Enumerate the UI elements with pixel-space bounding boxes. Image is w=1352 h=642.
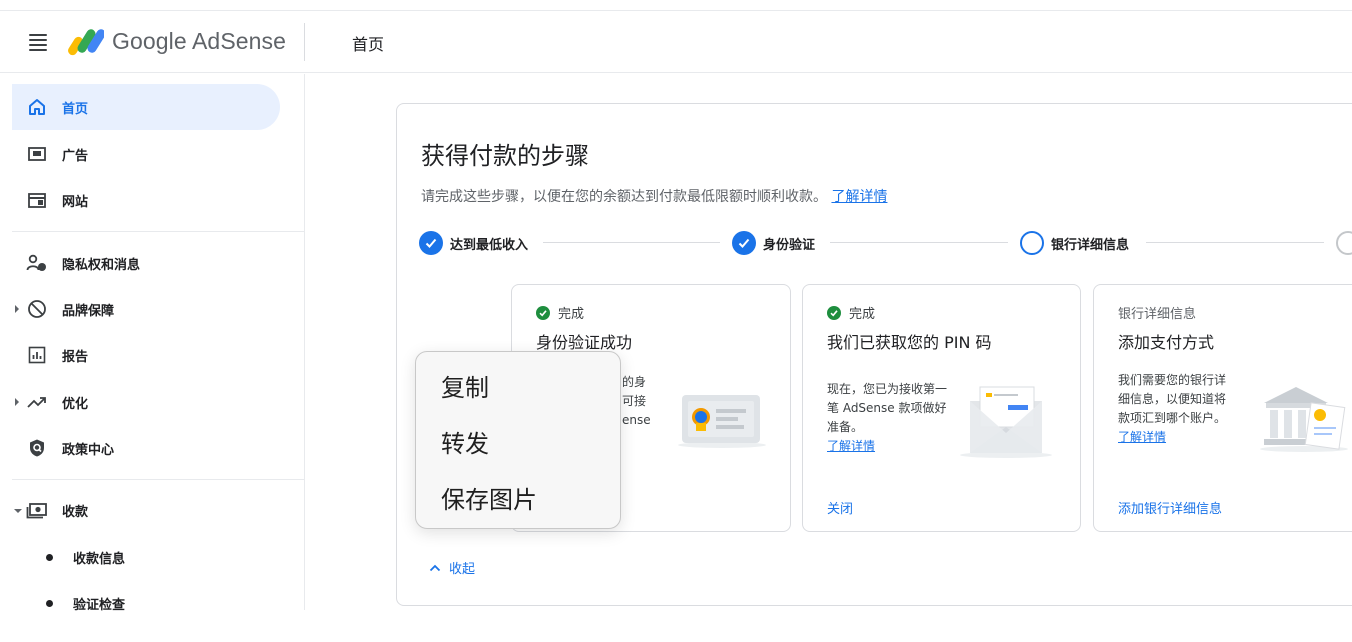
step-card-bank: 银行详细信息 添加支付方式 我们需要您的银行详细信息，以便知道将款项汇到哪个账户… — [1093, 284, 1352, 532]
context-menu-save-image[interactable]: 保存图片 — [441, 480, 537, 515]
context-menu-copy[interactable]: 复制 — [441, 368, 489, 403]
collapse-label: 收起 — [449, 562, 476, 577]
step-connector — [543, 242, 720, 243]
sidebar-item-label: 广告 — [62, 149, 89, 164]
step-next — [1336, 230, 1352, 256]
step-card-body: 我们需要您的银行详细信息，以便知道将款项汇到哪个账户。 了解详情 — [1118, 371, 1236, 447]
sidebar-subitem-verification[interactable]: 验证检查 — [12, 580, 280, 626]
chevron-up-icon — [429, 564, 441, 571]
header-divider — [304, 23, 305, 61]
card-description: 请完成这些步骤，以便在您的余额达到付款最低限额时顺利收款。 了解详情 — [421, 186, 887, 206]
check-circle-icon — [536, 305, 550, 320]
sidebar-subitem-payment-info[interactable]: 收款信息 — [12, 534, 280, 580]
step-card-title: 添加支付方式 — [1118, 333, 1215, 352]
step-label: 身份验证 — [763, 237, 816, 253]
sidebar-item-sites[interactable]: 网站 — [12, 177, 280, 223]
block-icon — [26, 298, 48, 320]
step-card-category: 银行详细信息 — [1118, 307, 1197, 322]
sidebar: 首页 广告 网站 隐私权和消息 品牌保障 报告 优化 政策中心 收款 收款信息 … — [12, 74, 305, 613]
ads-icon — [26, 143, 48, 165]
sidebar-divider — [12, 479, 304, 480]
learn-more-link[interactable]: 了解详情 — [1118, 430, 1166, 444]
trend-icon — [26, 391, 48, 413]
step-label: 银行详细信息 — [1051, 237, 1130, 253]
id-card-illustration — [678, 395, 766, 448]
app-header: Google AdSense 首页 — [0, 11, 1352, 73]
stepper: 达到最低收入 身份验证 银行详细信息 — [419, 230, 1352, 258]
context-menu: 复制 转发 保存图片 — [415, 351, 621, 529]
body-fragment: 的身 — [622, 375, 647, 389]
add-bank-details-button[interactable]: 添加银行详细信息 — [1118, 498, 1222, 517]
menu-icon[interactable] — [26, 31, 50, 55]
step-min-income: 达到最低收入 — [419, 230, 528, 256]
expand-caret-icon[interactable] — [15, 398, 19, 406]
sidebar-item-brand-safety[interactable]: 品牌保障 — [12, 286, 280, 332]
bank-illustration — [1260, 387, 1348, 452]
brand-name: Google AdSense — [112, 28, 287, 54]
step-connector — [1146, 242, 1324, 243]
body-text: 我们需要您的银行详细信息，以便知道将款项汇到哪个账户。 — [1118, 373, 1227, 425]
status-text: 完成 — [558, 307, 585, 322]
close-button[interactable]: 关闭 — [827, 498, 853, 517]
sidebar-item-label: 报告 — [62, 350, 89, 365]
privacy-icon — [26, 252, 48, 274]
learn-more-link[interactable]: 了解详情 — [831, 189, 887, 205]
card-title: 获得付款的步骤 — [421, 142, 589, 170]
step-label: 达到最低收入 — [450, 237, 529, 253]
bullet-icon — [46, 600, 53, 607]
step-identity: 身份验证 — [732, 230, 815, 256]
bullet-icon — [46, 554, 53, 561]
home-icon — [26, 96, 48, 118]
collapse-button[interactable]: 收起 — [429, 558, 475, 577]
step-card-body: 现在，您已为接收第一笔 AdSense 款项做好准备。 了解详情 — [827, 380, 949, 456]
payments-icon — [26, 499, 48, 521]
report-icon — [26, 344, 48, 366]
step-bank-details: 银行详细信息 — [1020, 230, 1129, 256]
learn-more-link[interactable]: 了解详情 — [827, 439, 875, 453]
collapse-caret-icon[interactable] — [14, 509, 22, 513]
sidebar-divider — [12, 231, 304, 232]
shield-icon — [26, 437, 48, 459]
sidebar-subitem-label: 收款信息 — [73, 552, 126, 567]
empty-circle-icon — [1020, 231, 1044, 255]
step-connector — [830, 242, 1008, 243]
body-fragment: 可接 — [622, 394, 647, 408]
step-card-title: 身份验证成功 — [536, 333, 633, 352]
envelope-illustration — [960, 386, 1052, 458]
sidebar-item-label: 品牌保障 — [62, 304, 115, 319]
expand-caret-icon[interactable] — [15, 305, 19, 313]
sidebar-item-policy-center[interactable]: 政策中心 — [12, 425, 280, 471]
sidebar-item-reports[interactable]: 报告 — [12, 332, 280, 378]
sidebar-item-label: 隐私权和消息 — [62, 258, 141, 273]
sidebar-item-label: 收款 — [62, 505, 89, 520]
sidebar-item-label: 网站 — [62, 195, 89, 210]
sidebar-item-optimization[interactable]: 优化 — [12, 379, 280, 425]
description-text: 请完成这些步骤，以便在您的余额达到付款最低限额时顺利收款。 — [421, 189, 827, 205]
step-card-pin: 完成 我们已获取您的 PIN 码 现在，您已为接收第一笔 AdSense 款项做… — [802, 284, 1081, 532]
sidebar-item-label: 优化 — [62, 397, 89, 412]
sidebar-item-ads[interactable]: 广告 — [12, 131, 280, 177]
check-circle-icon — [419, 231, 443, 255]
body-text: 现在，您已为接收第一笔 AdSense 款项做好准备。 — [827, 382, 948, 434]
check-circle-icon — [732, 231, 756, 255]
sidebar-item-label: 政策中心 — [62, 443, 115, 458]
context-menu-forward[interactable]: 转发 — [441, 424, 489, 459]
sidebar-item-privacy[interactable]: 隐私权和消息 — [12, 240, 280, 286]
check-circle-icon — [827, 305, 841, 320]
status-text: 完成 — [849, 307, 876, 322]
sites-icon — [26, 189, 48, 211]
sidebar-item-label: 首页 — [62, 102, 89, 117]
step-card-title: 我们已获取您的 PIN 码 — [827, 333, 992, 352]
sidebar-item-home[interactable]: 首页 — [12, 84, 280, 130]
status-badge: 完成 — [827, 303, 875, 322]
adsense-logo — [68, 29, 104, 56]
status-badge: 完成 — [536, 303, 584, 322]
page-title: 首页 — [352, 35, 385, 54]
empty-circle-icon — [1336, 231, 1352, 255]
sidebar-subitem-label: 验证检查 — [73, 598, 126, 613]
step-card-body: 的身 可接 ense — [622, 373, 651, 430]
body-fragment: ense — [622, 413, 651, 427]
sidebar-item-payments[interactable]: 收款 — [12, 487, 280, 533]
